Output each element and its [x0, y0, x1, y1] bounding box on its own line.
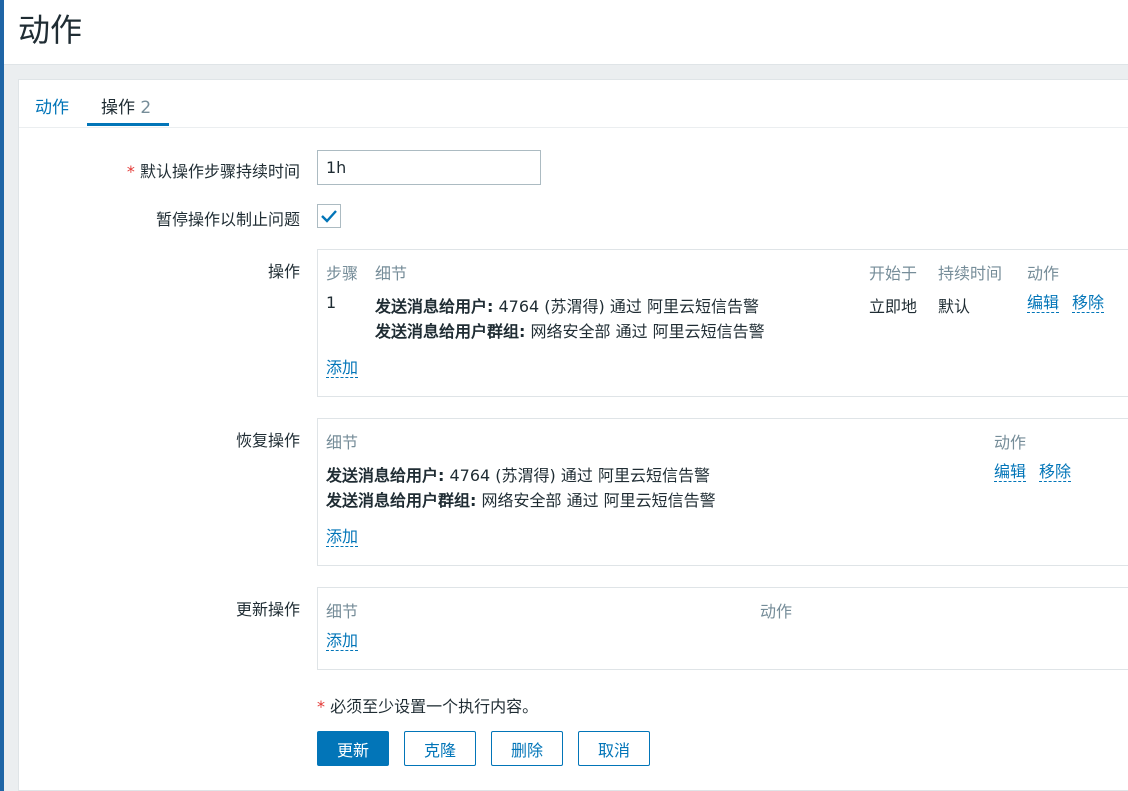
ops-row-detail-1: 发送消息给用户: 4764 (苏渭得) 通过 阿里云短信告警	[375, 293, 759, 317]
active-tab-indicator	[87, 123, 169, 126]
tab-action[interactable]: 动作	[35, 93, 69, 118]
tab-operations-label: 操作	[101, 98, 135, 118]
pause-label: 暂停操作以制止问题	[155, 210, 300, 229]
recovery-add-link[interactable]: 添加	[326, 528, 359, 547]
main-panel: 动作 操作 2 * 默认操作步骤持续时间 暂停操作以制止问题 操作 步骤 细节 …	[18, 79, 1128, 791]
required-note: * 必须至少设置一个执行内容。	[317, 693, 538, 717]
pause-checkbox[interactable]	[317, 204, 341, 228]
update-header-details: 细节	[326, 602, 359, 621]
step-duration-label: * 默认操作步骤持续时间	[127, 158, 300, 182]
ops-add-link[interactable]: 添加	[326, 359, 359, 378]
recovery-edit-link[interactable]: 编辑	[994, 463, 1027, 482]
update-add-link[interactable]: 添加	[326, 632, 359, 651]
recovery-detail-1-key: 发送消息给用户:	[326, 466, 445, 485]
recovery-table: 细节 动作 发送消息给用户: 4764 (苏渭得) 通过 阿里云短信告警 发送消…	[317, 418, 1128, 566]
tab-bar: 动作 操作 2	[19, 80, 1128, 128]
delete-button[interactable]: 删除	[491, 731, 563, 766]
ops-row-duration: 默认	[938, 297, 971, 316]
ops-row-start: 立即地	[869, 297, 918, 316]
ops-header-details: 细节	[375, 264, 408, 283]
page-header: 动作	[4, 0, 1128, 65]
ops-header-action: 动作	[1027, 264, 1060, 283]
recovery-detail-2-key: 发送消息给用户群组:	[326, 491, 477, 510]
ops-detail-1-key: 发送消息给用户:	[375, 297, 494, 316]
recovery-row-detail-1: 发送消息给用户: 4764 (苏渭得) 通过 阿里云短信告警	[326, 462, 710, 486]
page-title: 动作	[18, 11, 83, 49]
update-header-action: 动作	[760, 602, 793, 621]
update-table: 细节 动作 添加	[317, 587, 1128, 670]
ops-remove-link[interactable]: 移除	[1072, 294, 1105, 313]
recovery-detail-1-value: 4764 (苏渭得) 通过 阿里云短信告警	[444, 466, 710, 485]
recovery-label: 恢复操作	[235, 431, 300, 450]
ops-detail-1-value: 4764 (苏渭得) 通过 阿里云短信告警	[493, 297, 759, 316]
update-label: 更新操作	[235, 600, 300, 619]
ops-row-detail-2: 发送消息给用户群组: 网络安全部 通过 阿里云短信告警	[375, 318, 765, 342]
clone-button[interactable]: 克隆	[404, 731, 476, 766]
recovery-detail-2-value: 网络安全部 通过 阿里云短信告警	[476, 491, 716, 510]
checkmark-icon	[321, 210, 337, 223]
step-duration-input[interactable]	[317, 150, 541, 185]
ops-edit-link[interactable]: 编辑	[1027, 294, 1060, 313]
ops-row-step: 1	[326, 293, 337, 312]
recovery-row-detail-2: 发送消息给用户群组: 网络安全部 通过 阿里云短信告警	[326, 487, 716, 511]
ops-detail-2-value: 网络安全部 通过 阿里云短信告警	[525, 322, 765, 341]
ops-detail-2-key: 发送消息给用户群组:	[375, 322, 526, 341]
ops-header-start: 开始于	[869, 264, 918, 283]
update-button[interactable]: 更新	[317, 731, 389, 766]
operations-label: 操作	[267, 262, 300, 281]
operations-table: 步骤 细节 开始于 持续时间 动作 1 发送消息给用户: 4764 (苏渭得) …	[317, 249, 1128, 397]
tab-operations-count: 2	[140, 98, 152, 118]
tab-operations[interactable]: 操作 2	[101, 93, 151, 118]
required-note-mark: *	[317, 697, 325, 716]
ops-header-step: 步骤	[326, 264, 359, 283]
recovery-header-details: 细节	[326, 433, 359, 452]
recovery-header-action: 动作	[994, 433, 1027, 452]
required-mark: *	[126, 162, 135, 181]
cancel-button[interactable]: 取消	[578, 731, 650, 766]
left-accent-bar	[0, 0, 4, 791]
step-duration-label-text: 默认操作步骤持续时间	[139, 162, 300, 181]
recovery-remove-link[interactable]: 移除	[1039, 463, 1072, 482]
required-note-text: 必须至少设置一个执行内容。	[325, 697, 539, 716]
ops-header-duration: 持续时间	[938, 264, 1003, 283]
